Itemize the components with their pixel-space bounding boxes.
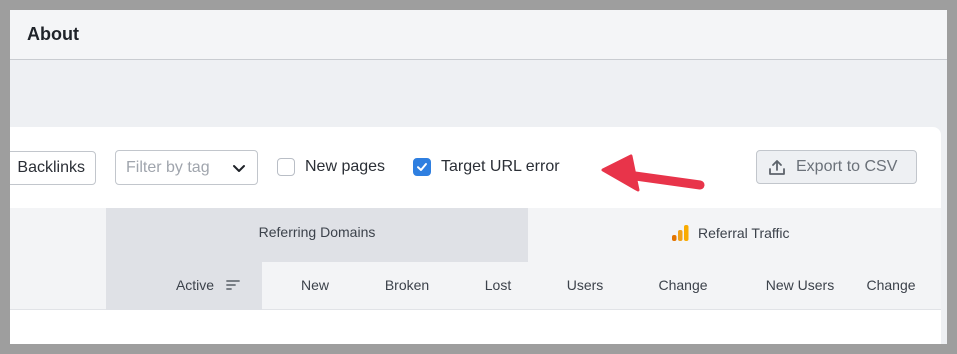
target-url-error-label: Target URL error [441, 158, 560, 175]
new-pages-checkbox-box[interactable] [277, 158, 295, 176]
filter-by-tag-select[interactable]: Filter by tag [115, 150, 258, 185]
arrow-annotation-icon [601, 154, 705, 192]
column-header-active[interactable]: Active [170, 277, 220, 293]
chevron-down-icon [233, 165, 245, 172]
table-header: Referring Domains Referral Traffic Activ… [10, 208, 941, 310]
column-header-lost[interactable]: Lost [476, 277, 520, 293]
target-url-error-checkbox[interactable]: Target URL error [413, 158, 560, 176]
column-header-change-2[interactable]: Change [860, 277, 922, 293]
column-header-broken[interactable]: Broken [375, 277, 439, 293]
backlinks-button[interactable]: Backlinks [10, 151, 96, 185]
app-window: About Backlinks Filter by tag New pages … [10, 10, 947, 344]
analytics-icon [672, 225, 689, 241]
target-url-error-checkbox-box[interactable] [413, 158, 431, 176]
sort-icon[interactable] [226, 278, 240, 292]
upload-icon [769, 160, 785, 175]
referral-traffic-group-header: Referral Traffic [528, 208, 941, 262]
referral-traffic-label: Referral Traffic [698, 225, 790, 241]
export-label: Export to CSV [796, 158, 898, 175]
filter-placeholder: Filter by tag [126, 158, 210, 176]
new-pages-checkbox[interactable]: New pages [277, 158, 385, 176]
column-header-change[interactable]: Change [652, 277, 714, 293]
referring-domains-group-header: Referring Domains [106, 208, 528, 262]
new-pages-label: New pages [305, 158, 386, 175]
column-header-new[interactable]: New [290, 277, 340, 293]
column-header-new-users[interactable]: New Users [757, 277, 843, 293]
backlinks-card: Backlinks Filter by tag New pages Target… [10, 127, 941, 344]
referring-domains-label: Referring Domains [258, 224, 376, 240]
column-header-users[interactable]: Users [560, 277, 610, 293]
about-header: About [10, 10, 947, 60]
page-title: About [27, 24, 79, 44]
checkmark-icon [417, 163, 427, 171]
export-to-csv-button[interactable]: Export to CSV [756, 150, 917, 184]
